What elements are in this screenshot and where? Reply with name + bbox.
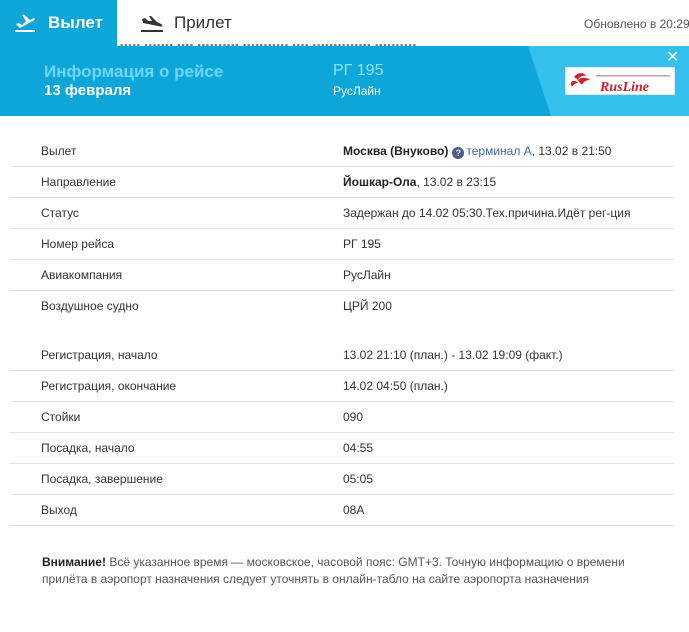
updated-time: Обновлено в 20:29: [584, 17, 689, 31]
banner-flight-number: РГ 195: [333, 62, 384, 79]
checkin-start-value: 13.02 21:10 (план.) - 13.02 19:09 (факт.…: [343, 348, 563, 362]
terminal-link[interactable]: терминал А: [466, 144, 531, 158]
flight-tabs: Вылет Прилет Обновлено в 20:29 ▪▪▪▪▪ ▪▪▪…: [0, 0, 689, 46]
background-table-glimpse: ▪▪▪▪▪ ▪▪▪▪▪▪▪ ▪▪▪▪ ▪▪▪▪▪▪▪▪▪▪ ▪▪▪▪▪▪▪▪▪▪…: [120, 40, 417, 46]
gate-value: 08А: [343, 503, 365, 517]
boarding-end-value: 05:05: [343, 472, 374, 486]
tab-arrival-label: Прилет: [174, 13, 232, 32]
airline-logo: RusLine: [565, 67, 675, 95]
departure-label: Вылет: [41, 144, 77, 158]
checkin-end-value: 14.02 04:50 (план.): [343, 379, 448, 393]
timezone-notice: Внимание! Всё указанное время — московск…: [42, 554, 662, 588]
departure-value: Москва (Внуково)? терминал А, 13.02 в 21:…: [343, 144, 611, 159]
banner-airline: РусЛайн: [333, 84, 381, 98]
boarding-start-label: Посадка, начало: [41, 441, 135, 455]
airline-link[interactable]: РусЛайн: [343, 268, 391, 282]
boarding-end-label: Посадка, завершение: [41, 472, 163, 486]
notice-strong: Внимание!: [42, 555, 106, 569]
row-status: Статус Задержан до 14.02 05:30.Тех.причи…: [10, 198, 674, 229]
close-icon[interactable]: ✕: [666, 50, 679, 66]
departure-airport: Москва (Внуково): [343, 144, 449, 158]
destination-value: Йошкар-Ола, 13.02 в 23:15: [343, 175, 496, 189]
row-checkin-end: Регистрация, окончание 14.02 04:50 (план…: [10, 371, 674, 402]
aircraft-label: Воздушное судно: [41, 299, 139, 313]
status-value: Задержан до 14.02 05:30.Тех.причина.Идёт…: [343, 206, 631, 220]
counters-label: Стойки: [41, 410, 81, 424]
banner-date: 13 февраля: [44, 82, 132, 99]
flight-number-label: Номер рейса: [41, 237, 114, 251]
boarding-start-value: 04:55: [343, 441, 374, 455]
tab-departure-label: Вылет: [48, 13, 103, 32]
destination-label: Направление: [41, 175, 116, 189]
row-destination: Направление Йошкар-Ола, 13.02 в 23:15: [10, 167, 674, 198]
status-label: Статус: [41, 206, 79, 220]
row-gate: Выход 08А: [10, 495, 674, 526]
row-checkin-start: Регистрация, начало 13.02 21:10 (план.) …: [10, 340, 674, 371]
gate-label: Выход: [41, 503, 77, 517]
plane-landing-icon: [140, 14, 164, 32]
row-counters: Стойки 090: [10, 402, 674, 433]
aircraft-value: ЦРЙ 200: [343, 299, 392, 313]
row-boarding-start: Посадка, начало 04:55: [10, 433, 674, 464]
destination-time: , 13.02 в 23:15: [416, 175, 497, 189]
airline-label: Авиакомпания: [41, 268, 123, 282]
counters-value: 090: [343, 410, 364, 424]
flight-number-value: РГ 195: [343, 237, 381, 251]
notice-text: Всё указанное время — московское, часово…: [42, 555, 625, 586]
row-flight-number: Номер рейса РГ 195: [10, 229, 674, 260]
departure-time: , 13.02 в 21:50: [531, 144, 612, 158]
destination-city: Йошкар-Ола: [343, 175, 417, 189]
row-departure: Вылет Москва (Внуково)? терминал А, 13.02…: [10, 136, 674, 167]
row-aircraft: Воздушное судно ЦРЙ 200: [10, 291, 674, 322]
help-icon[interactable]: ?: [452, 147, 465, 159]
logo-wordmark: RusLine: [599, 80, 649, 95]
checkin-start-label: Регистрация, начало: [41, 348, 158, 362]
tab-departure[interactable]: Вылет: [0, 0, 117, 46]
plane-takeoff-icon: [14, 14, 36, 32]
flight-info-banner: Информация о рейсе 13 февраля РГ 195 Рус…: [0, 46, 689, 116]
banner-title: Информация о рейсе: [44, 62, 224, 81]
checkin-end-label: Регистрация, окончание: [41, 379, 177, 393]
row-airline: Авиакомпания РусЛайн: [10, 260, 674, 291]
row-boarding-end: Посадка, завершение 05:05: [10, 464, 674, 495]
